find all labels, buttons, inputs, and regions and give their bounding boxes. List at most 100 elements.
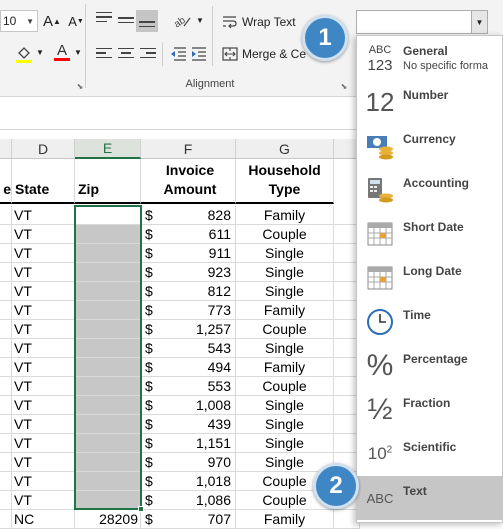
zip-cell[interactable] [75, 339, 141, 358]
zip-cell[interactable] [75, 244, 141, 263]
invoice-amount-cell[interactable]: $494 [141, 358, 236, 377]
invoice-amount-cell[interactable]: $543 [141, 339, 236, 358]
column-header-c[interactable] [0, 139, 12, 159]
zip-cell[interactable] [75, 415, 141, 434]
invoice-amount-cell[interactable]: $707 [141, 510, 236, 529]
zip-cell[interactable] [75, 472, 141, 491]
invoice-amount-cell[interactable]: $1,018 [141, 472, 236, 491]
household-type-cell[interactable]: Single [236, 396, 334, 415]
household-type-cell[interactable]: Family [236, 358, 334, 377]
state-cell[interactable]: NC [12, 510, 75, 529]
invoice-amount-cell[interactable]: $1,008 [141, 396, 236, 415]
invoice-amount-cell[interactable]: $439 [141, 415, 236, 434]
household-type-cell[interactable]: Family [236, 510, 334, 529]
table-cell[interactable] [0, 225, 12, 244]
format-option-currency[interactable]: Currency [357, 124, 503, 168]
zip-cell[interactable] [75, 377, 141, 396]
zip-cell[interactable] [75, 301, 141, 320]
orientation-icon[interactable]: ab [172, 11, 192, 31]
align-right-icon[interactable] [138, 44, 158, 62]
state-cell[interactable]: VT [12, 339, 75, 358]
chevron-down-icon[interactable]: ▼ [196, 16, 204, 25]
decrease-indent-icon[interactable] [168, 44, 188, 64]
zip-cell[interactable] [75, 491, 141, 510]
household-type-cell[interactable]: Single [236, 263, 334, 282]
invoice-amount-cell[interactable]: $911 [141, 244, 236, 263]
household-type-cell[interactable]: Couple [236, 225, 334, 244]
fill-color-icon[interactable] [14, 44, 34, 64]
column-header-e[interactable]: E [75, 139, 141, 159]
zip-cell[interactable] [75, 358, 141, 377]
table-cell[interactable] [0, 358, 12, 377]
table-cell[interactable] [0, 472, 12, 491]
header-cell-state[interactable]: State [12, 159, 75, 204]
household-type-cell[interactable]: Single [236, 244, 334, 263]
format-option-general[interactable]: ABC 123 General No specific forma [357, 36, 503, 80]
state-cell[interactable]: VT [12, 396, 75, 415]
state-cell[interactable]: VT [12, 206, 75, 225]
invoice-amount-cell[interactable]: $1,151 [141, 434, 236, 453]
column-header-g[interactable]: G [236, 139, 334, 159]
chevron-down-icon[interactable]: ▼ [471, 11, 487, 33]
table-cell[interactable] [0, 434, 12, 453]
zip-cell[interactable] [75, 206, 141, 225]
state-cell[interactable]: VT [12, 282, 75, 301]
household-type-cell[interactable]: Family [236, 206, 334, 225]
state-cell[interactable]: VT [12, 263, 75, 282]
household-type-cell[interactable]: Family [236, 301, 334, 320]
format-option-accounting[interactable]: Accounting [357, 168, 503, 212]
font-size-dropdown[interactable]: 10 ▼ [0, 10, 38, 32]
state-cell[interactable]: VT [12, 453, 75, 472]
household-type-cell[interactable]: Couple [236, 377, 334, 396]
household-type-cell[interactable]: Single [236, 415, 334, 434]
household-type-cell[interactable]: Single [236, 434, 334, 453]
format-option-percentage[interactable]: % Percentage [357, 344, 503, 388]
invoice-amount-cell[interactable]: $923 [141, 263, 236, 282]
state-cell[interactable]: VT [12, 301, 75, 320]
state-cell[interactable]: VT [12, 244, 75, 263]
column-header-f[interactable]: F [141, 139, 236, 159]
table-cell[interactable] [0, 320, 12, 339]
state-cell[interactable]: VT [12, 320, 75, 339]
invoice-amount-cell[interactable]: $828 [141, 206, 236, 225]
table-cell[interactable] [0, 453, 12, 472]
font-color-icon[interactable]: A [52, 42, 72, 62]
table-cell[interactable] [0, 263, 12, 282]
alignment-dialog-launcher-icon[interactable]: ⬊ [340, 82, 348, 91]
zip-cell[interactable] [75, 434, 141, 453]
table-cell[interactable] [0, 339, 12, 358]
number-format-dropdown[interactable]: ▼ [356, 10, 488, 34]
state-cell[interactable]: VT [12, 491, 75, 510]
table-cell[interactable] [0, 244, 12, 263]
increase-font-size-icon[interactable]: A ▲ [42, 11, 62, 31]
state-cell[interactable]: VT [12, 434, 75, 453]
table-cell[interactable] [0, 491, 12, 510]
invoice-amount-cell[interactable]: $812 [141, 282, 236, 301]
table-cell[interactable] [0, 206, 12, 225]
format-option-text[interactable]: ABC Text [357, 476, 503, 520]
format-option-fraction[interactable]: ½ Fraction [357, 388, 503, 432]
invoice-amount-cell[interactable]: $1,086 [141, 491, 236, 510]
household-type-cell[interactable]: Single [236, 282, 334, 301]
invoice-amount-cell[interactable]: $553 [141, 377, 236, 396]
table-cell[interactable] [0, 396, 12, 415]
zip-cell[interactable] [75, 225, 141, 244]
wrap-text-button[interactable]: Wrap Text [222, 12, 296, 32]
header-cell-household-type[interactable]: Household Type [236, 159, 334, 204]
align-left-icon[interactable] [94, 44, 114, 62]
household-type-cell[interactable]: Single [236, 339, 334, 358]
header-cell-invoice-amount[interactable]: Invoice Amount [141, 159, 236, 204]
align-center-icon[interactable] [116, 44, 136, 62]
top-align-icon[interactable] [94, 8, 114, 26]
table-cell[interactable] [0, 301, 12, 320]
household-type-cell[interactable]: Couple [236, 320, 334, 339]
merge-center-button[interactable]: Merge & Ce [222, 44, 306, 64]
middle-align-icon[interactable] [116, 11, 136, 29]
state-cell[interactable]: VT [12, 415, 75, 434]
table-cell[interactable] [0, 510, 12, 529]
font-dialog-launcher-icon[interactable]: ⬊ [76, 82, 84, 91]
invoice-amount-cell[interactable]: $611 [141, 225, 236, 244]
column-header-d[interactable]: D [12, 139, 75, 159]
invoice-amount-cell[interactable]: $970 [141, 453, 236, 472]
format-option-scientific[interactable]: 102 Scientific [357, 432, 503, 476]
